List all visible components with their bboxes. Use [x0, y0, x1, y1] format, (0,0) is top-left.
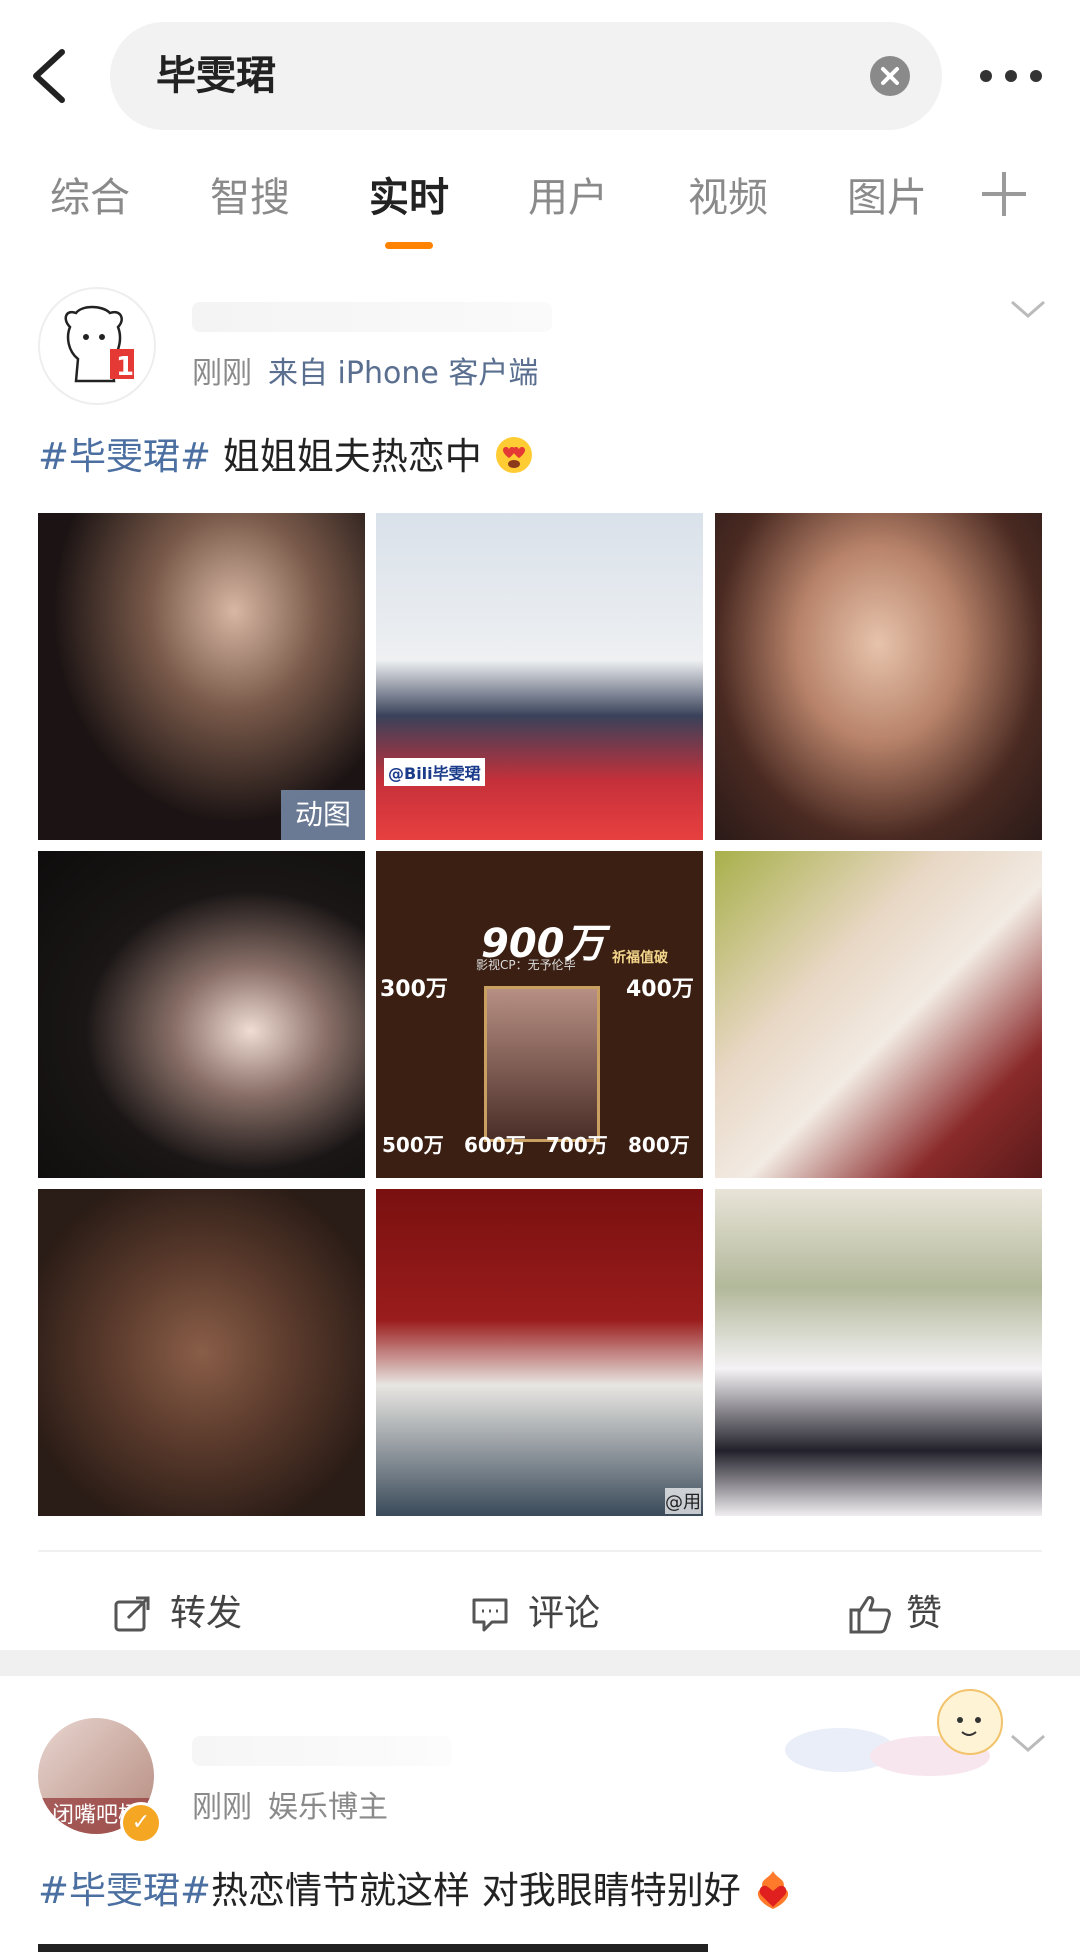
repost-icon	[114, 1596, 150, 1632]
grid-image-1[interactable]: 动图	[38, 513, 365, 840]
tab-comprehensive[interactable]: 综合	[50, 170, 130, 226]
milestone-600: 600万	[464, 1133, 526, 1157]
tab-images[interactable]: 图片	[847, 170, 927, 226]
more-dot	[1030, 70, 1042, 82]
search-input[interactable]: 毕雯珺	[110, 22, 942, 130]
post-meta: 刚刚 娱乐博主	[192, 1786, 388, 1830]
cartoon-sticker-icon	[785, 1689, 1003, 1776]
post-menu-button[interactable]	[1008, 298, 1048, 322]
tab-users[interactable]: 用户	[528, 170, 608, 226]
more-dots-icon	[980, 70, 992, 82]
comment-icon	[472, 1598, 508, 1632]
back-button[interactable]	[28, 46, 76, 106]
search-tabs: 综合 智搜 实时 用户 视频 图片	[0, 160, 1080, 260]
tab-videos[interactable]: 视频	[688, 170, 768, 226]
chevron-down-icon	[1011, 1734, 1045, 1752]
image-caption: @Bili毕雯珺	[384, 758, 485, 786]
milestone-subtitle: 影视CP：无予伦毕	[476, 958, 576, 972]
svg-text:1: 1	[116, 352, 134, 382]
grid-image-2[interactable]: @Bili毕雯珺	[376, 513, 703, 840]
grid-image-5[interactable]: 900万 300万 400万 祈福值破 影视CP：无予伦毕 500万 600万 …	[376, 851, 703, 1178]
post-body: 姐姐姐夫热恋中	[211, 435, 482, 478]
post-actions: 转发 评论 赞	[38, 1550, 1042, 1652]
comment-label: 评论	[528, 1593, 601, 1634]
post-source: 来自 iPhone 客户端	[268, 356, 539, 391]
hashtag-link[interactable]: #毕雯珺#	[38, 435, 211, 478]
image-grid: 动图 @Bili毕雯珺 900万 300万 400万 祈福值破 影视CP：无予伦…	[38, 513, 1042, 1516]
poster-frame	[484, 986, 600, 1142]
tab-smart-search[interactable]: 智搜	[210, 170, 290, 226]
milestone-800: 800万	[628, 1133, 690, 1157]
more-options-button[interactable]	[980, 64, 1044, 88]
post-meta: 刚刚 来自 iPhone 客户端	[192, 352, 538, 396]
active-tab-indicator	[385, 242, 433, 249]
heart-eyes-emoji-icon	[495, 437, 532, 473]
repost-label: 转发	[170, 1593, 243, 1634]
milestone-500: 500万	[382, 1133, 444, 1157]
tab-realtime[interactable]: 实时	[369, 170, 449, 226]
post-time: 刚刚	[192, 1790, 252, 1825]
heart-on-fire-emoji-icon	[757, 1871, 788, 1909]
post-body: 热恋情节就这样 对我眼睛特别好	[211, 1869, 741, 1912]
grid-image-4[interactable]	[38, 851, 365, 1178]
post-time: 刚刚	[192, 356, 252, 391]
user-tag: 娱乐博主	[268, 1790, 388, 1825]
grid-image-6[interactable]	[715, 851, 1042, 1178]
feed-divider	[0, 1650, 1080, 1676]
hashtag-link[interactable]: #毕雯珺#	[38, 1869, 211, 1912]
post-text: #毕雯珺#热恋情节就这样 对我眼睛特别好	[38, 1864, 793, 1918]
grid-image-7[interactable]	[38, 1189, 365, 1516]
milestone-title: 祈福值破	[612, 950, 668, 966]
clear-search-button[interactable]	[870, 56, 910, 96]
post-text: #毕雯珺# 姐姐姐夫热恋中	[38, 430, 534, 484]
grid-image-3[interactable]	[715, 513, 1042, 840]
chevron-left-icon	[33, 49, 65, 103]
search-query-text: 毕雯珺	[156, 53, 276, 99]
grid-image-9[interactable]	[715, 1189, 1042, 1516]
thumbs-up-icon	[849, 1596, 891, 1634]
close-icon	[881, 67, 899, 85]
milestone-300: 300万	[380, 977, 448, 1002]
more-dot	[1005, 70, 1017, 82]
top-bar: 毕雯珺	[0, 0, 1080, 150]
grid-image-8[interactable]: @用	[376, 1189, 703, 1516]
username-blurred[interactable]	[192, 1736, 452, 1766]
username-blurred[interactable]	[192, 302, 552, 332]
like-label: 赞	[906, 1593, 943, 1634]
plus-icon[interactable]	[982, 172, 1026, 216]
image-caption: @用	[665, 1488, 701, 1514]
post-menu-button[interactable]	[1008, 1732, 1048, 1756]
milestone-400: 400万	[626, 977, 694, 1002]
verified-badge-icon: ✓	[120, 1802, 162, 1844]
bear-avatar-icon: 1	[64, 305, 134, 383]
decorative-sticker	[780, 1680, 1010, 1790]
chevron-down-icon	[1011, 300, 1045, 318]
avatar[interactable]: 1	[38, 287, 156, 405]
gif-badge: 动图	[281, 790, 365, 840]
next-media-edge	[38, 1944, 708, 1952]
milestone-700: 700万	[546, 1133, 608, 1157]
